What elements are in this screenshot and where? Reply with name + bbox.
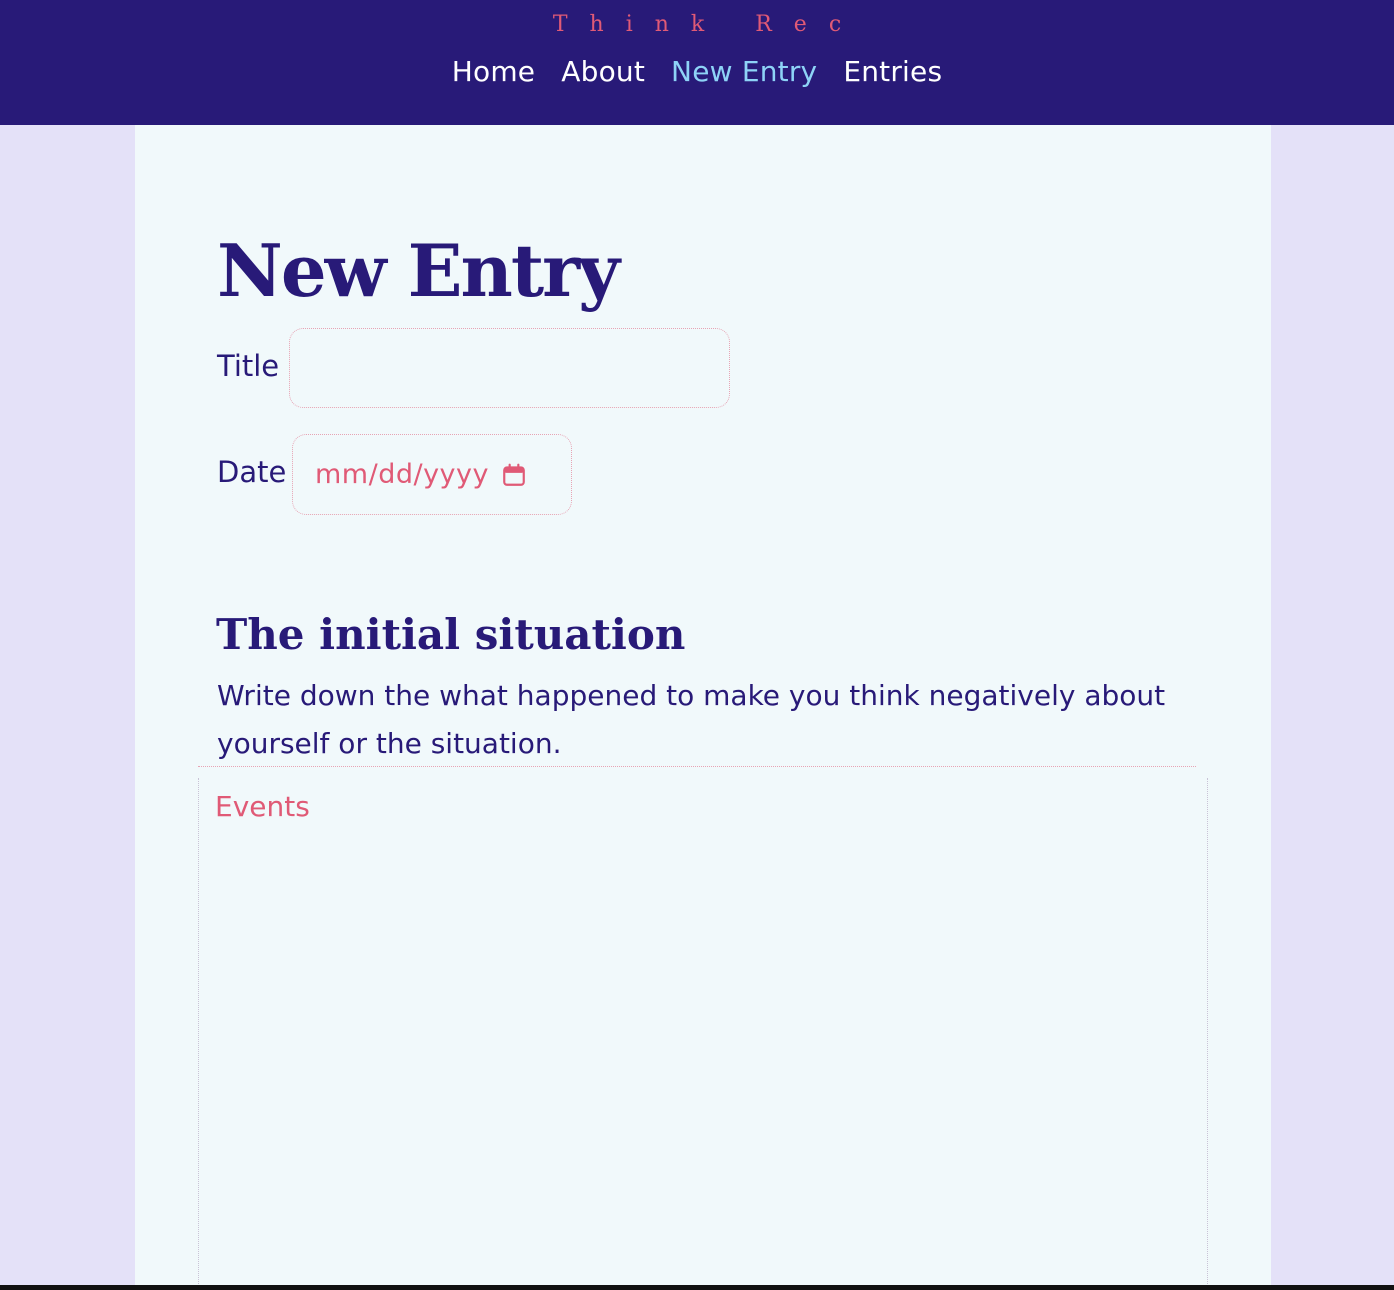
window-bottom-edge [0,1285,1394,1290]
main-nav: Home About New Entry Entries [0,55,1394,88]
nav-entries[interactable]: Entries [843,55,942,88]
section-title: The initial situation [216,610,686,659]
section-divider [198,766,1196,767]
page-title: New Entry [217,228,620,313]
section-description: Write down the what happened to make you… [217,679,1166,760]
top-navbar: Think Rec Home About New Entry Entries [0,0,1394,125]
nav-new-entry[interactable]: New Entry [671,55,817,88]
date-label: Date [217,455,287,489]
date-input[interactable]: mm/dd/yyyy [292,434,572,515]
brand-logo[interactable]: Think Rec [0,12,1394,37]
calendar-icon[interactable] [501,462,527,488]
title-input[interactable] [289,328,730,408]
title-label: Title [217,349,280,383]
events-textarea[interactable] [198,778,1208,1290]
nav-home[interactable]: Home [452,55,536,88]
date-placeholder: mm/dd/yyyy [315,459,489,490]
nav-about[interactable]: About [561,55,645,88]
